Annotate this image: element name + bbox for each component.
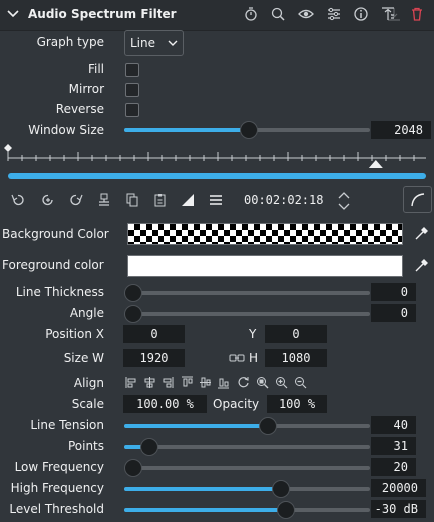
size-h-label: H: [249, 351, 259, 365]
color-picker-icon[interactable]: [414, 259, 428, 276]
position-y-input[interactable]: 0: [265, 325, 327, 343]
keyframe-type-icon[interactable]: [96, 193, 112, 211]
delete-icon[interactable]: [410, 7, 424, 24]
points-slider[interactable]: [124, 438, 370, 456]
next-keyframe-icon[interactable]: [68, 193, 84, 211]
playhead-marker: [368, 160, 383, 168]
window-size-slider[interactable]: [124, 121, 370, 139]
curve-icon: [411, 193, 425, 207]
paste-icon[interactable]: [152, 193, 168, 211]
zoom-in-icon[interactable]: [275, 376, 288, 389]
previous-keyframe-icon[interactable]: [10, 193, 26, 211]
line-thickness-value[interactable]: 0: [371, 283, 416, 301]
align-middle-v-icon[interactable]: [199, 376, 212, 389]
copy-icon[interactable]: [124, 193, 140, 211]
background-color-swatch[interactable]: [127, 223, 403, 245]
curve-mode-button[interactable]: [403, 186, 432, 213]
low-frequency-label: Low Frequency: [14, 460, 104, 474]
align-bottom-icon[interactable]: [217, 376, 230, 389]
low-frequency-value[interactable]: 20: [371, 458, 416, 476]
high-frequency-value[interactable]: 20000: [371, 479, 426, 497]
move-down-disabled-icon: [387, 7, 401, 24]
reset-icon[interactable]: [237, 376, 250, 389]
graph-type-label: Graph type: [36, 35, 104, 49]
fill-checkbox[interactable]: [125, 63, 139, 77]
adjust-icon[interactable]: [327, 7, 341, 24]
foreground-color-swatch[interactable]: [127, 255, 403, 277]
background-color-label: Background Color: [2, 227, 109, 241]
fill-label: Fill: [87, 62, 104, 76]
high-frequency-label: High Frequency: [10, 481, 104, 495]
reverse-label: Reverse: [55, 102, 104, 116]
mirror-label: Mirror: [68, 82, 104, 96]
opacity-ramp-icon[interactable]: [180, 193, 196, 211]
zoom-icon[interactable]: [271, 7, 285, 24]
line-tension-value[interactable]: 40: [371, 416, 416, 434]
mirror-checkbox[interactable]: [125, 83, 139, 97]
size-w-label: Size W: [63, 351, 104, 365]
zoom-fit-icon[interactable]: [256, 376, 269, 389]
zoom-out-icon[interactable]: [294, 376, 307, 389]
lock-ratio-icon[interactable]: [229, 352, 245, 367]
color-picker-icon[interactable]: [414, 227, 428, 244]
points-value[interactable]: 31: [371, 437, 416, 455]
line-thickness-label: Line Thickness: [15, 285, 104, 299]
angle-value[interactable]: 0: [371, 304, 416, 322]
level-threshold-label: Level Threshold: [9, 502, 104, 516]
position-x-input[interactable]: 0: [123, 325, 185, 343]
menu-icon[interactable]: [208, 193, 224, 211]
scale-label: Scale: [71, 397, 104, 411]
size-h-input[interactable]: 1080: [265, 349, 327, 367]
opacity-label: Opacity: [213, 397, 260, 411]
low-frequency-slider[interactable]: [124, 459, 370, 477]
eye-icon[interactable]: [298, 7, 314, 24]
opacity-input[interactable]: 100 %: [267, 395, 327, 413]
graph-type-value: Line: [130, 36, 156, 50]
timecode[interactable]: 00:02:02:18: [244, 193, 323, 207]
align-label: Align: [73, 376, 104, 390]
position-y-label: Y: [249, 327, 257, 341]
align-center-h-icon[interactable]: [143, 376, 156, 389]
reverse-checkbox[interactable]: [125, 103, 139, 117]
position-x-label: Position X: [45, 327, 104, 341]
level-threshold-value[interactable]: -30 dB: [371, 500, 426, 518]
window-size-label: Window Size: [28, 123, 104, 137]
stopwatch-icon[interactable]: [244, 7, 258, 24]
scale-input[interactable]: 100.00 %: [123, 395, 207, 413]
line-thickness-slider[interactable]: [124, 284, 370, 302]
size-w-input[interactable]: 1920: [123, 349, 185, 367]
add-keyframe-icon[interactable]: [40, 193, 56, 211]
info-icon[interactable]: [354, 7, 368, 24]
align-toolbar: [125, 376, 315, 390]
align-left-icon[interactable]: [125, 376, 138, 389]
filter-header: Audio Spectrum Filter: [0, 0, 434, 31]
collapse-chevron-icon[interactable]: [6, 6, 20, 22]
high-frequency-slider[interactable]: [124, 480, 370, 498]
align-top-icon[interactable]: [181, 376, 194, 389]
timecode-spinner-icon[interactable]: [337, 190, 351, 215]
points-label: Points: [67, 439, 104, 453]
chevron-down-icon: [167, 37, 179, 52]
line-tension-slider[interactable]: [124, 417, 370, 435]
level-threshold-slider[interactable]: [124, 501, 370, 519]
window-size-value[interactable]: 2048: [371, 121, 431, 139]
filter-title: Audio Spectrum Filter: [28, 7, 177, 21]
angle-label: Angle: [69, 306, 104, 320]
graph-type-select[interactable]: Line: [124, 30, 184, 56]
keyframe-ruler[interactable]: [0, 140, 434, 182]
angle-slider[interactable]: [124, 305, 370, 323]
align-right-icon[interactable]: [161, 376, 174, 389]
line-tension-label: Line Tension: [30, 418, 104, 432]
foreground-color-label: Foreground color: [2, 258, 104, 272]
